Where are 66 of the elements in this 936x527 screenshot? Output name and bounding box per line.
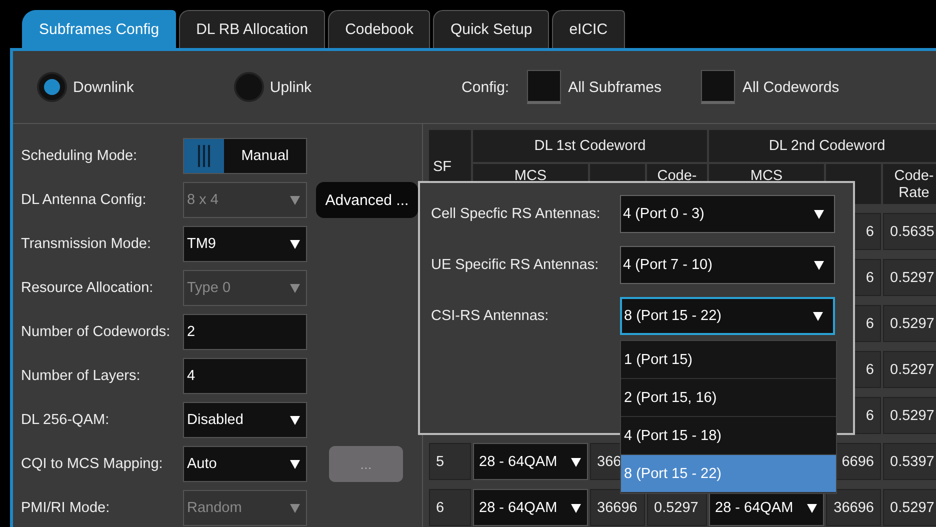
table-cell: 0.5397 bbox=[883, 443, 936, 480]
field-label: Number of Layers: bbox=[21, 368, 142, 384]
tab[interactable]: Subframes Config bbox=[22, 10, 176, 48]
field-label: Resource Allocation: bbox=[21, 280, 154, 296]
table-cell: 6 bbox=[429, 489, 471, 526]
tab[interactable]: eICIC bbox=[552, 10, 625, 48]
field-label: DL Antenna Config: bbox=[21, 192, 148, 208]
field-label: CSI-RS Antennas: bbox=[431, 308, 550, 324]
caret-icon bbox=[814, 260, 824, 270]
dropdown[interactable]: TM9 bbox=[183, 226, 307, 262]
column-header: DL 1st Codeword bbox=[473, 130, 707, 162]
dropdown[interactable]: Disabled bbox=[183, 402, 307, 438]
column-header: DL 2nd Codeword bbox=[709, 130, 936, 162]
caret-icon bbox=[290, 283, 300, 293]
caret-icon bbox=[813, 311, 823, 321]
caret-icon bbox=[290, 195, 300, 205]
table-cell: 0.5297 bbox=[883, 489, 936, 526]
dropdown[interactable]: 4 (Port 7 - 10) bbox=[620, 246, 835, 284]
mcs-dropdown[interactable]: 28 - 64QAM bbox=[473, 489, 588, 526]
radio-button[interactable] bbox=[234, 72, 264, 102]
caret-icon bbox=[814, 209, 824, 219]
table-cell: 0.5297 bbox=[883, 259, 936, 296]
table-cell: 0.5297 bbox=[883, 351, 936, 388]
caret-icon bbox=[290, 503, 300, 513]
caret-icon bbox=[290, 459, 300, 469]
dropdown[interactable]: 8 (Port 15 - 22) bbox=[620, 297, 835, 335]
caret-icon bbox=[571, 502, 581, 512]
menu-item[interactable]: 8 (Port 15 - 22) bbox=[621, 455, 836, 493]
caret-icon bbox=[290, 415, 300, 425]
mode-toggle[interactable]: Manual bbox=[183, 138, 307, 174]
table-cell: 0.5635 bbox=[883, 213, 936, 250]
checkbox[interactable] bbox=[701, 70, 736, 104]
radio-button[interactable] bbox=[37, 72, 67, 102]
table-cell: 0.5297 bbox=[883, 397, 936, 434]
column-header: Code-Rate bbox=[883, 164, 936, 204]
radio-label: Downlink bbox=[73, 78, 134, 96]
field-label: Scheduling Mode: bbox=[21, 148, 138, 164]
field-label: PMI/RI Mode: bbox=[21, 500, 111, 516]
checkbox[interactable] bbox=[527, 70, 562, 104]
dropdown[interactable]: 4 (Port 0 - 3) bbox=[620, 195, 835, 233]
table-cell: 36696 bbox=[826, 489, 881, 526]
caret-icon bbox=[571, 456, 581, 466]
table-cell: 5 bbox=[429, 443, 471, 480]
tab[interactable]: Codebook bbox=[328, 10, 430, 48]
checkbox-label: All Codewords bbox=[742, 78, 840, 96]
checkbox-label: All Subframes bbox=[568, 78, 662, 96]
tab[interactable]: DL RB Allocation bbox=[179, 10, 326, 48]
advanced-button[interactable]: Advanced ... bbox=[316, 182, 418, 218]
field-label: Cell Specfic RS Antennas: bbox=[431, 206, 602, 222]
field-label: Number of Codewords: bbox=[21, 324, 172, 340]
field-label: UE Specific RS Antennas: bbox=[431, 257, 600, 273]
tab[interactable]: Quick Setup bbox=[433, 10, 550, 48]
table-cell: 36696 bbox=[590, 489, 645, 526]
field-label: DL 256-QAM: bbox=[21, 412, 110, 428]
input-field[interactable]: 2 bbox=[183, 314, 307, 350]
field-label: Transmission Mode: bbox=[21, 236, 152, 252]
field-label: CQI to MCS Mapping: bbox=[21, 456, 164, 472]
mcs-dropdown[interactable]: 28 - 64QAM bbox=[473, 443, 588, 480]
radio-label: Uplink bbox=[270, 78, 312, 96]
dropdown[interactable]: Auto bbox=[183, 446, 307, 482]
table-cell: 0.5297 bbox=[883, 305, 936, 342]
input-field[interactable]: 4 bbox=[183, 358, 307, 394]
caret-icon bbox=[290, 239, 300, 249]
grip-icon bbox=[197, 145, 211, 167]
config-label: Config: bbox=[462, 78, 510, 96]
caret-icon bbox=[807, 502, 817, 512]
